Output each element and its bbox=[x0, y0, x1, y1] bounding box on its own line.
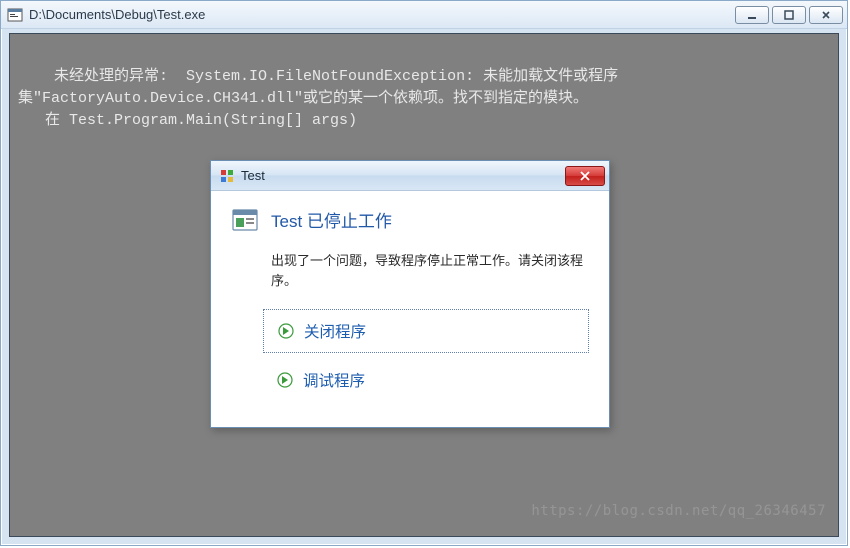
maximize-button[interactable] bbox=[772, 6, 806, 24]
arrow-right-icon bbox=[278, 323, 294, 339]
close-button[interactable] bbox=[809, 6, 843, 24]
dialog-app-icon bbox=[219, 168, 235, 184]
program-icon bbox=[231, 207, 259, 235]
dialog-heading: Test 已停止工作 bbox=[271, 207, 392, 232]
dialog-headline: Test 已停止工作 bbox=[231, 205, 589, 235]
close-program-action[interactable]: 关闭程序 bbox=[263, 309, 589, 353]
dialog-close-button[interactable] bbox=[565, 166, 605, 186]
minimize-button[interactable] bbox=[735, 6, 769, 24]
debug-program-action[interactable]: 调试程序 bbox=[263, 363, 589, 395]
debug-program-label: 调试程序 bbox=[303, 369, 365, 391]
console-app-icon bbox=[7, 7, 23, 23]
dialog-actions: 关闭程序 调试程序 bbox=[263, 309, 589, 395]
console-title: D:\Documents\Debug\Test.exe bbox=[29, 7, 735, 22]
error-dialog: Test Test 已停止工作 出现了一个问题，导致程序停止正常工作。请关闭该程… bbox=[210, 160, 610, 428]
arrow-right-icon bbox=[277, 372, 293, 388]
dialog-title: Test bbox=[241, 168, 565, 183]
close-program-label: 关闭程序 bbox=[304, 320, 366, 342]
watermark-text: https://blog.csdn.net/qq_26346457 bbox=[531, 500, 826, 522]
console-text: 未经处理的异常: System.IO.FileNotFoundException… bbox=[18, 68, 618, 129]
dialog-titlebar: Test bbox=[211, 161, 609, 191]
window-buttons bbox=[735, 6, 843, 24]
dialog-message: 出现了一个问题，导致程序停止正常工作。请关闭该程序。 bbox=[271, 251, 589, 291]
dialog-body: Test 已停止工作 出现了一个问题，导致程序停止正常工作。请关闭该程序。 关闭… bbox=[211, 191, 609, 427]
console-titlebar: D:\Documents\Debug\Test.exe bbox=[1, 1, 847, 29]
